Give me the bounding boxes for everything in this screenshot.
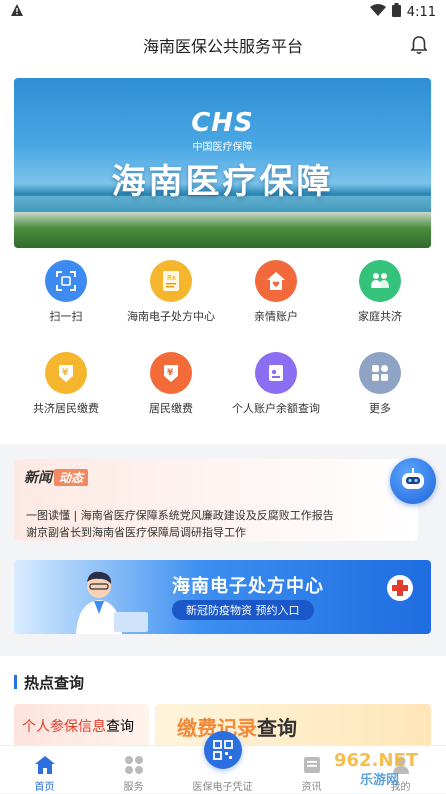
watermark: 962.NET 乐游网 bbox=[330, 744, 442, 790]
hero-banner[interactable]: CHS 中国医疗保障 海南医疗保障 bbox=[14, 78, 431, 248]
banner-title: 海南医疗保障 bbox=[111, 162, 334, 202]
svg-text:962.NET: 962.NET bbox=[334, 750, 419, 771]
chs-logo: CHS 中国医疗保障 bbox=[191, 108, 254, 153]
svg-text:¥: ¥ bbox=[62, 368, 69, 378]
banner-shore bbox=[14, 212, 431, 248]
prescription-promo-banner[interactable]: 海南电子处方中心 新冠防疫物资 预约入口 bbox=[14, 560, 431, 634]
news-tag: 新闻 动态 bbox=[24, 467, 89, 487]
service-more[interactable]: 更多 bbox=[330, 352, 430, 416]
svg-text:¥: ¥ bbox=[167, 368, 174, 378]
payment-icon: ¥ bbox=[45, 352, 87, 394]
service-family-mutual[interactable]: 家庭共济 bbox=[330, 260, 430, 324]
personal-insurance-query-card[interactable]: 个人参保信息 查询 bbox=[14, 704, 149, 748]
home-icon bbox=[34, 754, 56, 776]
svg-text:Rx: Rx bbox=[167, 274, 176, 282]
family-icon bbox=[359, 260, 401, 302]
service-resident-payment[interactable]: ¥ 居民缴费 bbox=[121, 352, 221, 416]
news-item[interactable]: 谢京副省长到海南省医疗保障局调研指导工作 bbox=[26, 524, 246, 540]
hot-query-title: 热点查询 bbox=[24, 674, 85, 692]
svg-text:乐游网: 乐游网 bbox=[360, 772, 399, 788]
prescription-icon: Rx bbox=[150, 260, 192, 302]
battery-icon bbox=[391, 3, 401, 21]
page-title: 海南医保公共服务平台 bbox=[142, 37, 303, 56]
news-item[interactable]: 一图读懂 | 海南省医疗保障系统党风廉政建设及反腐败工作报告 bbox=[26, 507, 334, 523]
service-scan[interactable]: 扫一扫 bbox=[16, 260, 116, 324]
bell-icon[interactable] bbox=[408, 34, 430, 56]
service-mutual-payment[interactable]: ¥ 共济居民缴费 bbox=[16, 352, 116, 416]
clock: 4:11 bbox=[406, 4, 436, 20]
top-section: CHS 中国医疗保障 海南医疗保障 扫一扫 Rx 海南电子处方中心 亲情账户 家… bbox=[0, 66, 446, 444]
news-panel[interactable]: 新闻 动态 一图读懂 | 海南省医疗保障系统党风廉政建设及反腐败工作报告 谢京副省… bbox=[14, 459, 418, 541]
tab-services[interactable]: 服务 bbox=[89, 746, 178, 794]
wifi-icon bbox=[369, 4, 386, 20]
service-balance-query[interactable]: 个人账户余额查询 bbox=[226, 352, 326, 416]
balance-icon bbox=[255, 352, 297, 394]
tab-home[interactable]: 首页 bbox=[0, 746, 89, 794]
app-header: 海南医保公共服务平台 bbox=[0, 24, 446, 66]
qr-icon[interactable] bbox=[204, 731, 242, 769]
more-icon bbox=[359, 352, 401, 394]
payment-icon: ¥ bbox=[150, 352, 192, 394]
service-prescription[interactable]: Rx 海南电子处方中心 bbox=[121, 260, 221, 324]
warning-icon bbox=[10, 3, 24, 21]
home-heart-icon bbox=[255, 260, 297, 302]
section-accent-bar bbox=[14, 675, 17, 689]
payment-record-query-card[interactable]: 缴费记录 查询 bbox=[155, 704, 431, 748]
promo-title: 海南电子处方中心 bbox=[172, 576, 324, 597]
medical-cross-icon bbox=[387, 575, 413, 601]
service-family-account[interactable]: 亲情账户 bbox=[226, 260, 326, 324]
scan-icon bbox=[45, 260, 87, 302]
news-icon bbox=[301, 754, 323, 776]
doctor-illustration bbox=[76, 571, 148, 634]
promo-subtitle[interactable]: 新冠防疫物资 预约入口 bbox=[172, 600, 314, 620]
status-bar: 4:11 bbox=[0, 0, 446, 24]
grid-icon bbox=[123, 754, 145, 776]
robot-assistant-icon[interactable] bbox=[390, 458, 436, 504]
